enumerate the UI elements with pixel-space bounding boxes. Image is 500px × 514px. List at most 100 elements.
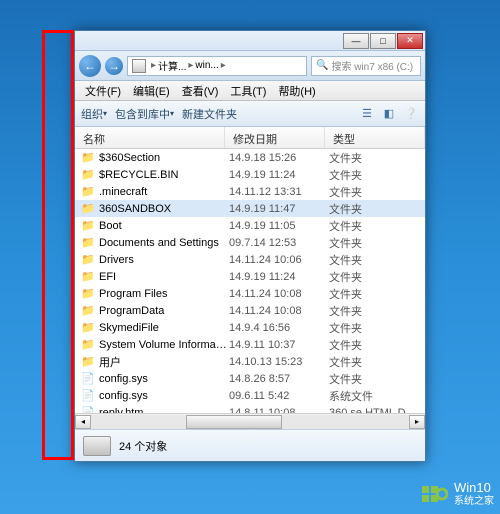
file-name: config.sys (99, 390, 229, 402)
status-count: 24 个对象 (119, 438, 167, 454)
search-icon: 🔍 (316, 60, 328, 71)
toolbar-organize[interactable]: 组织 (81, 106, 107, 122)
nav-forward-button[interactable]: → (105, 57, 123, 75)
watermark-sub: 系统之家 (454, 496, 494, 507)
file-row[interactable]: 📁$360Section14.9.18 15:26文件夹 (75, 149, 425, 166)
file-name: reply.htm (99, 407, 229, 414)
scroll-left-button[interactable]: ◂ (75, 415, 91, 429)
file-row[interactable]: 📁ProgramData14.11.24 10:08文件夹 (75, 302, 425, 319)
preview-pane-icon[interactable]: ◧ (381, 106, 397, 122)
folder-icon: 📁 (81, 185, 95, 199)
file-row[interactable]: 📁Program Files14.11.24 10:08文件夹 (75, 285, 425, 302)
toolbar-newfolder[interactable]: 新建文件夹 (182, 106, 237, 122)
file-name: .minecraft (99, 186, 229, 198)
scroll-right-button[interactable]: ▸ (409, 415, 425, 429)
file-row[interactable]: 📁360SANDBOX14.9.19 11:47文件夹 (75, 200, 425, 217)
file-name: ProgramData (99, 305, 229, 317)
scroll-thumb[interactable] (186, 415, 281, 429)
search-placeholder: 搜索 win7 x86 (C:) (331, 58, 413, 73)
breadcrumb-seg[interactable]: win... (195, 60, 218, 71)
file-name: Program Files (99, 288, 229, 300)
horizontal-scrollbar[interactable]: ◂ ▸ (75, 413, 425, 429)
file-type: 文件夹 (329, 303, 425, 319)
chevron-right-icon: ▸ (221, 60, 226, 71)
file-row[interactable]: 📁Drivers14.11.24 10:06文件夹 (75, 251, 425, 268)
file-name: SkymediFile (99, 322, 229, 334)
file-row[interactable]: 📁 Boot14.9.19 11:05文件夹 (75, 217, 425, 234)
menu-help[interactable]: 帮助(H) (272, 81, 321, 101)
file-name: 用户 (99, 354, 229, 370)
file-row[interactable]: 📁System Volume Information14.9.11 10:37文… (75, 336, 425, 353)
file-row[interactable]: 📁Documents and Settings09.7.14 12:53文件夹 (75, 234, 425, 251)
file-name: config.sys (99, 373, 229, 385)
search-input[interactable]: 🔍 搜索 win7 x86 (C:) (311, 56, 421, 76)
titlebar: — □ ✕ (75, 31, 425, 51)
col-type[interactable]: 类型 (325, 127, 425, 148)
watermark-logo-icon (420, 480, 448, 508)
folder-icon: 📁 (81, 287, 95, 301)
file-date: 14.10.13 15:23 (229, 356, 329, 368)
file-type: 文件夹 (329, 218, 425, 234)
folder-icon: 📁 (81, 253, 95, 267)
breadcrumb[interactable]: ▸ 计算... ▸ win... ▸ (127, 56, 307, 76)
toolbar-include[interactable]: 包含到库中 (115, 106, 174, 122)
file-date: 14.8.26 8:57 (229, 373, 329, 385)
watermark-brand: Win10 (454, 481, 494, 495)
file-icon: 📄 (81, 406, 95, 414)
minimize-button[interactable]: — (343, 33, 369, 49)
file-type: 系统文件 (329, 388, 425, 404)
file-name: EFI (99, 271, 229, 283)
nav-back-button[interactable]: ← (79, 55, 101, 77)
folder-icon: 📁 (81, 202, 95, 216)
file-row[interactable]: 📁.minecraft14.11.12 13:31文件夹 (75, 183, 425, 200)
file-name: System Volume Information (99, 339, 229, 351)
file-row[interactable]: 📁$RECYCLE.BIN14.9.19 11:24文件夹 (75, 166, 425, 183)
annotation-box (42, 30, 74, 460)
explorer-window: — □ ✕ ← → ▸ 计算... ▸ win... ▸ 🔍 搜索 win7 x… (74, 30, 426, 462)
drive-status-icon (83, 436, 111, 456)
folder-icon: 📁 (81, 219, 95, 233)
toolbar: 组织 包含到库中 新建文件夹 ☰ ◧ ❔ (75, 101, 425, 127)
menu-view[interactable]: 查看(V) (176, 81, 225, 101)
view-icon[interactable]: ☰ (359, 106, 375, 122)
file-row[interactable]: 📄config.sys09.6.11 5:42系统文件 (75, 387, 425, 404)
col-date[interactable]: 修改日期 (225, 127, 325, 148)
menu-file[interactable]: 文件(F) (79, 81, 127, 101)
file-name: 360SANDBOX (99, 203, 229, 215)
file-row[interactable]: 📄config.sys14.8.26 8:57文件夹 (75, 370, 425, 387)
chevron-right-icon: ▸ (151, 60, 156, 71)
drive-icon (132, 59, 146, 73)
breadcrumb-seg[interactable]: 计算... (158, 58, 186, 73)
close-button[interactable]: ✕ (397, 33, 423, 49)
file-row[interactable]: 📁SkymediFile14.9.4 16:56文件夹 (75, 319, 425, 336)
file-date: 14.8.11 10:08 (229, 407, 329, 414)
folder-icon: 📁 (81, 236, 95, 250)
folder-icon: 📁 (81, 304, 95, 318)
scroll-track[interactable] (91, 415, 409, 429)
file-row[interactable]: 📁EFI14.9.19 11:24文件夹 (75, 268, 425, 285)
file-type: 文件夹 (329, 184, 425, 200)
file-date: 14.9.19 11:47 (229, 203, 329, 215)
file-date: 14.9.19 11:05 (229, 220, 329, 232)
column-headers: 名称 修改日期 类型 (75, 127, 425, 149)
maximize-button[interactable]: □ (370, 33, 396, 49)
file-date: 14.9.18 15:26 (229, 152, 329, 164)
folder-icon: 📁 (81, 338, 95, 352)
file-type: 文件夹 (329, 354, 425, 370)
file-list: 📁$360Section14.9.18 15:26文件夹📁$RECYCLE.BI… (75, 149, 425, 413)
menu-tools[interactable]: 工具(T) (224, 81, 272, 101)
folder-icon: 📁 (81, 270, 95, 284)
file-date: 09.7.14 12:53 (229, 237, 329, 249)
menu-edit[interactable]: 编辑(E) (127, 81, 176, 101)
file-name: Boot (99, 220, 229, 232)
file-name: Documents and Settings (99, 237, 229, 249)
watermark: Win10 系统之家 (420, 480, 494, 508)
help-icon[interactable]: ❔ (403, 106, 419, 122)
col-name[interactable]: 名称 (75, 127, 225, 148)
file-row[interactable]: 📄reply.htm14.8.11 10:08360 se HTML D (75, 404, 425, 413)
folder-icon: 📁 (81, 355, 95, 369)
file-row[interactable]: 📁 用户14.10.13 15:23文件夹 (75, 353, 425, 370)
file-type: 文件夹 (329, 167, 425, 183)
file-date: 14.9.19 11:24 (229, 271, 329, 283)
file-icon: 📄 (81, 372, 95, 386)
